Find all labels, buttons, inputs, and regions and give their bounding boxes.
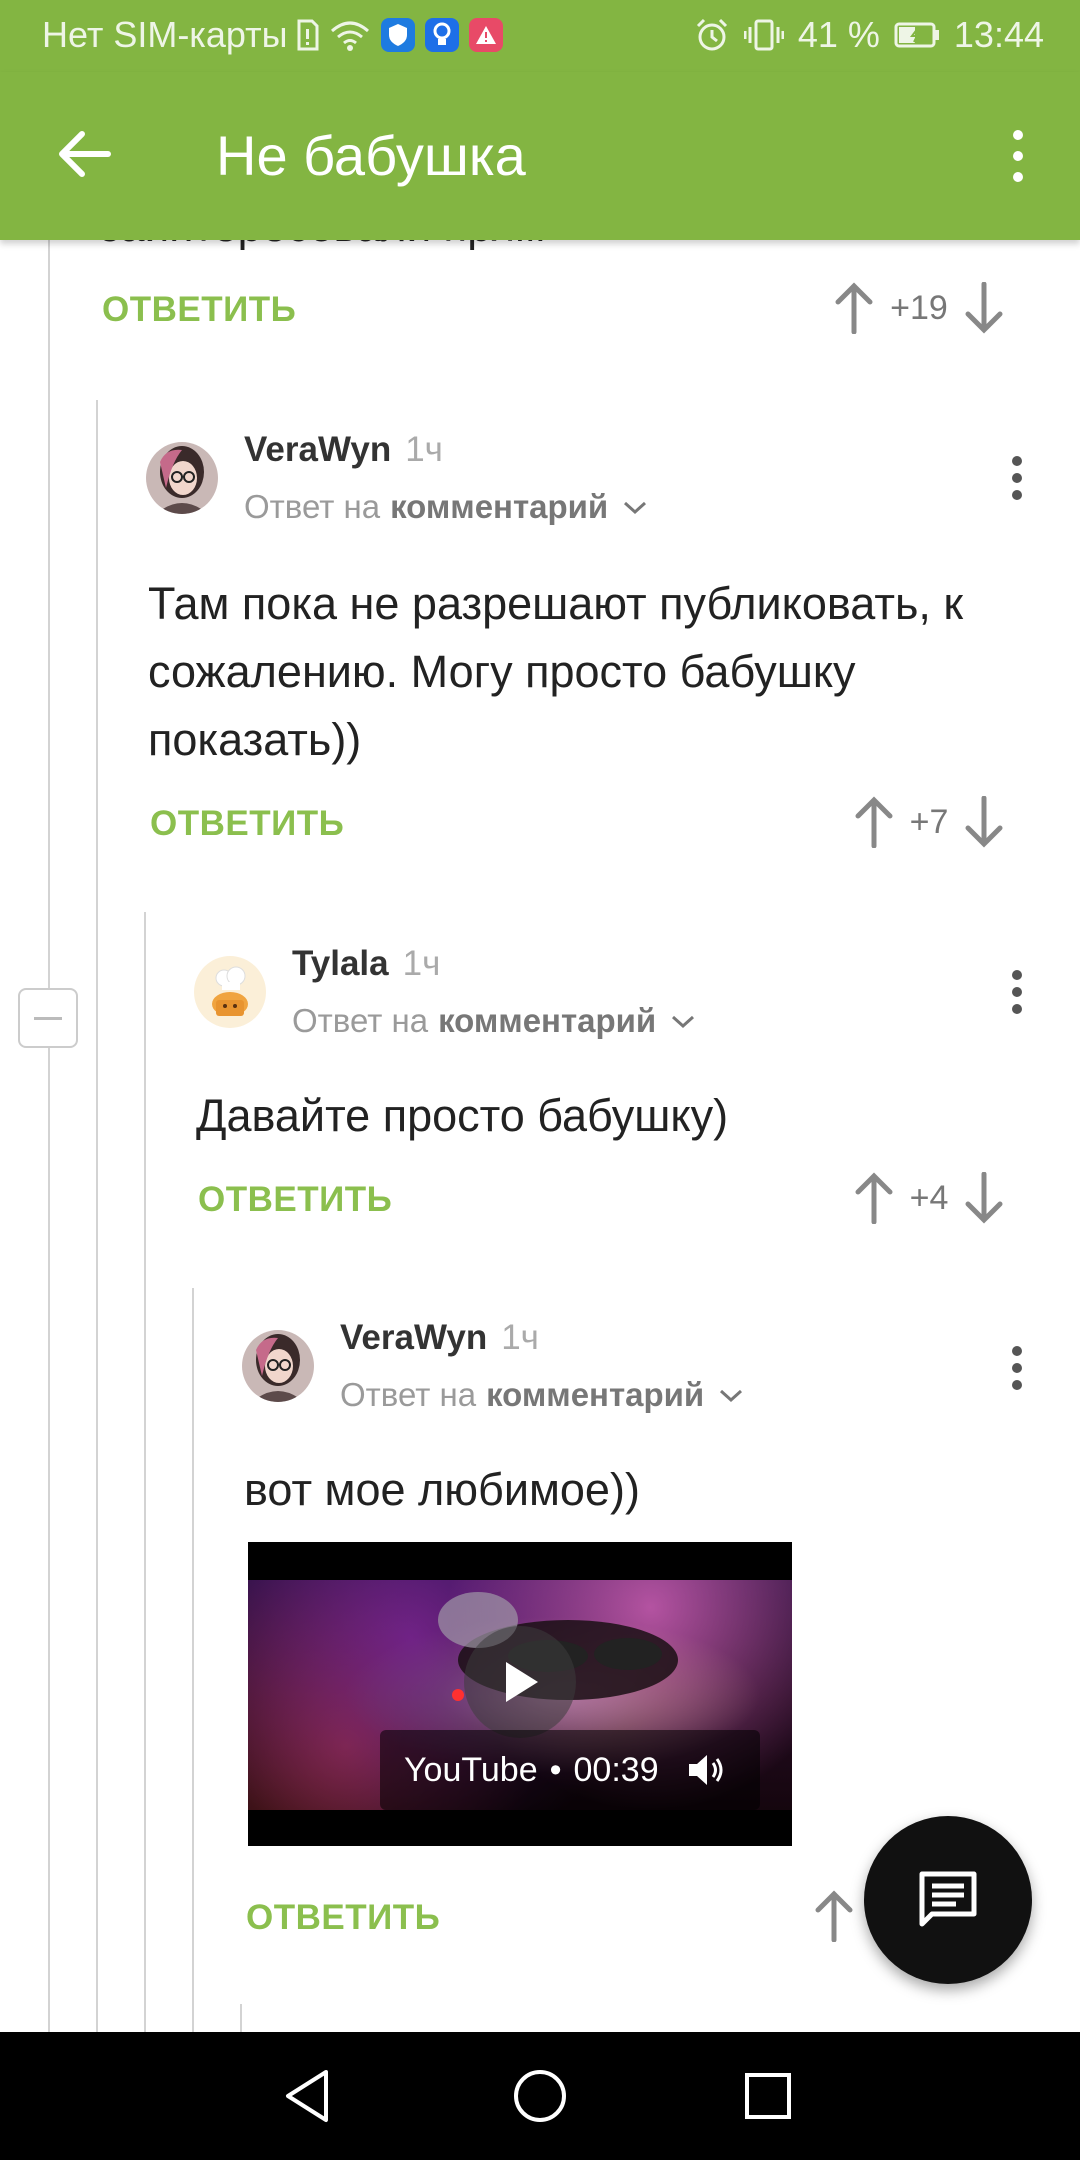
reply-button[interactable]: ОТВЕТИТЬ	[150, 804, 344, 844]
reply-to-link[interactable]: Ответ на комментарий	[244, 488, 650, 526]
score: +19	[890, 288, 948, 327]
nav-back-icon[interactable]	[268, 2056, 348, 2136]
downvote-icon[interactable]	[962, 794, 1006, 850]
chevron-down-icon[interactable]	[668, 1011, 698, 1031]
thread-line-level-2	[144, 912, 146, 2032]
app-bar: Не бабушка	[0, 72, 1080, 240]
wifi-icon	[329, 19, 371, 51]
video-source: YouTube	[404, 1750, 538, 1789]
comment-author[interactable]: Tylala 1ч	[292, 944, 440, 984]
thread-line-level-1	[96, 400, 98, 2032]
more-vert-icon[interactable]	[996, 124, 1040, 188]
avatar[interactable]	[194, 956, 266, 1028]
video-embed[interactable]: YouTube • 00:39	[248, 1542, 792, 1846]
vote-control: +7	[852, 794, 1006, 850]
reply-button[interactable]: ОТВЕТИТЬ	[198, 1180, 392, 1220]
comment-text: вот мое любимое))	[244, 1464, 640, 1515]
alarm-icon	[694, 17, 730, 53]
new-comment-button[interactable]	[864, 1816, 1032, 1984]
reply-to-link[interactable]: Ответ на комментарий	[292, 1002, 698, 1040]
play-icon	[506, 1662, 538, 1702]
upvote-icon[interactable]	[852, 794, 896, 850]
reply-button[interactable]: ОТВЕТИТЬ	[246, 1898, 440, 1938]
comment-author[interactable]: VeraWyn 1ч	[244, 430, 443, 470]
comment-author[interactable]: VeraWyn 1ч	[340, 1318, 539, 1358]
thread-line-level-3	[192, 1288, 194, 2032]
video-duration: 00:39	[573, 1750, 659, 1789]
comment-thread[interactable]: заинтересовали прям ОТВЕТИТЬ +19 VeraWyn…	[0, 240, 1080, 2032]
back-button[interactable]	[52, 122, 116, 186]
comment-menu-icon[interactable]	[1002, 1344, 1032, 1392]
nav-home-icon[interactable]	[500, 2056, 580, 2136]
downvote-icon[interactable]	[962, 1170, 1006, 1226]
reply-button[interactable]: ОТВЕТИТЬ	[102, 290, 296, 330]
bulb-app-icon	[425, 18, 460, 52]
author-name[interactable]: Tylala	[292, 944, 389, 983]
reply-to-prefix: Ответ на	[340, 1376, 477, 1413]
reply-to-prefix: Ответ на	[244, 488, 381, 525]
score: +4	[909, 1178, 949, 1217]
author-name[interactable]: VeraWyn	[340, 1318, 487, 1357]
comment-time: 1ч	[501, 1318, 539, 1357]
volume-icon[interactable]	[685, 1750, 729, 1790]
page-title: Не бабушка	[216, 124, 526, 187]
thread-line-level-4	[240, 2004, 242, 2032]
video-info-bar: YouTube • 00:39	[380, 1730, 760, 1810]
shield-app-icon	[381, 18, 416, 52]
reply-to-link[interactable]: Ответ на комментарий	[340, 1376, 746, 1414]
video-separator: •	[549, 1750, 562, 1789]
downvote-icon[interactable]	[962, 280, 1006, 336]
reply-to-target[interactable]: комментарий	[390, 488, 608, 526]
upvote-icon[interactable]	[832, 280, 876, 336]
vibrate-icon	[743, 18, 784, 52]
chevron-down-icon[interactable]	[620, 497, 650, 517]
thread-line-level-0	[48, 240, 50, 2032]
score: +7	[909, 802, 949, 841]
arrow-left-icon	[59, 131, 111, 177]
vote-control: +19	[832, 280, 1006, 336]
battery-icon	[894, 22, 940, 48]
status-left: Нет SIM-карты	[42, 14, 504, 56]
reply-to-target[interactable]: комментарий	[486, 1376, 704, 1414]
comment-text: Там пока не разрешают публиковать, к сож…	[148, 578, 964, 765]
truncated-comment-text: заинтересовали прям	[100, 240, 545, 252]
vote-control	[812, 1888, 856, 1944]
warning-app-icon	[469, 18, 504, 52]
avatar[interactable]	[242, 1330, 314, 1402]
reply-to-target[interactable]: комментарий	[438, 1002, 656, 1040]
chevron-down-icon[interactable]	[716, 1385, 746, 1405]
reply-to-prefix: Ответ на	[292, 1002, 429, 1039]
battery-percent: 41 %	[797, 14, 880, 55]
collapse-thread-button[interactable]	[18, 988, 78, 1048]
vote-control: +4	[852, 1170, 1006, 1226]
nav-recents-icon[interactable]	[728, 2056, 808, 2136]
clock-time: 13:44	[953, 14, 1044, 55]
system-nav-bar	[0, 2032, 1080, 2160]
author-name[interactable]: VeraWyn	[244, 430, 391, 469]
upvote-icon[interactable]	[852, 1170, 896, 1226]
status-bar: Нет SIM-карты 41 % 13:44	[0, 0, 1080, 72]
comment-time: 1ч	[405, 430, 443, 469]
comment-menu-icon[interactable]	[1002, 968, 1032, 1016]
comment-icon	[919, 1871, 977, 1927]
play-button[interactable]	[464, 1626, 576, 1738]
comment-text: Давайте просто бабушку)	[196, 1090, 729, 1141]
sim-icon	[297, 19, 319, 51]
comment-menu-icon[interactable]	[1002, 454, 1032, 502]
avatar[interactable]	[146, 442, 218, 514]
carrier-text: Нет SIM-карты	[42, 14, 288, 55]
upvote-icon[interactable]	[812, 1888, 856, 1944]
status-right: 41 % 13:44	[694, 14, 1044, 56]
comment-time: 1ч	[402, 944, 441, 983]
